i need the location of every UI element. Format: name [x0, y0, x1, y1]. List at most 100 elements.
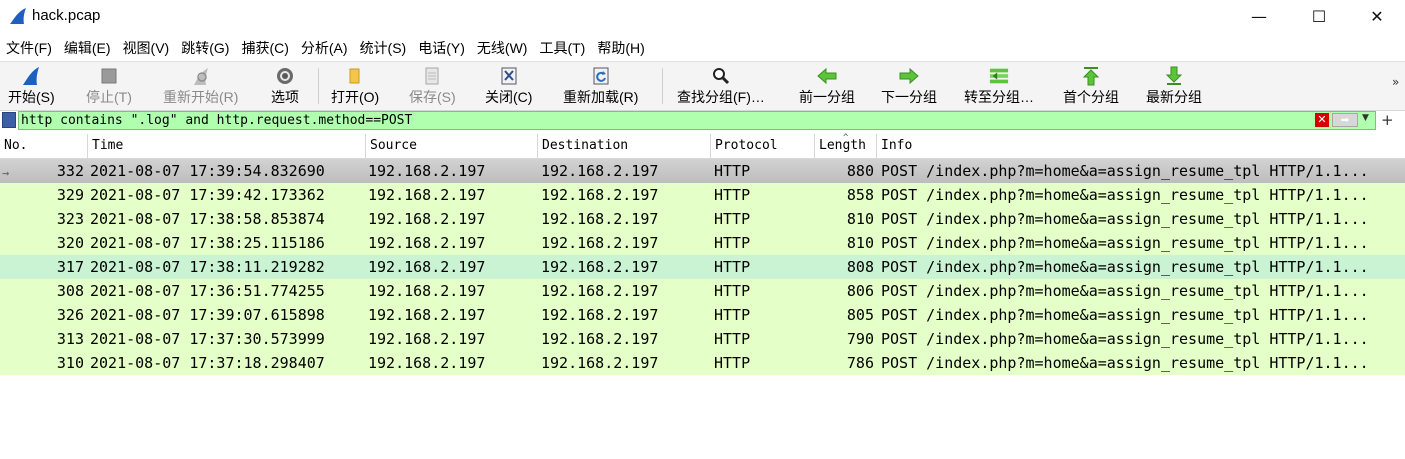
display-filter-input[interactable]: http contains ".log" and http.request.me…	[18, 111, 1376, 130]
menu-analyze[interactable]: 分析(A)	[295, 38, 354, 58]
restart-capture-label: 重新开始(R)	[163, 89, 239, 105]
packet-source: 192.168.2.197	[368, 306, 486, 324]
menu-tools[interactable]: 工具(T)	[533, 38, 591, 58]
column-destination[interactable]: Destination	[538, 134, 711, 158]
packet-list: No. Time Source Destination Protocol Len…	[0, 133, 1405, 459]
bookmark-icon[interactable]	[2, 112, 16, 128]
packet-row[interactable]: 308 2021-08-07 17:36:51.774255 192.168.2…	[0, 279, 1405, 303]
menu-statistics[interactable]: 统计(S)	[354, 38, 413, 58]
packet-protocol: HTTP	[714, 234, 751, 252]
apply-filter-button[interactable]: ➡	[1332, 113, 1358, 127]
next-packet-button[interactable]: 下一分组	[881, 62, 937, 110]
packet-no: 320	[56, 234, 84, 252]
arrow-down-icon	[1164, 66, 1184, 86]
packet-row[interactable]: 313 2021-08-07 17:37:30.573999 192.168.2…	[0, 327, 1405, 351]
shark-fin-icon	[21, 66, 41, 86]
arrow-left-icon	[817, 66, 837, 86]
packet-length: 786	[846, 354, 874, 372]
packet-source: 192.168.2.197	[368, 186, 486, 204]
menu-bar: 文件(F) 编辑(E) 视图(V) 跳转(G) 捕获(C) 分析(A) 统计(S…	[0, 36, 1405, 60]
packet-source: 192.168.2.197	[368, 330, 486, 348]
packet-source: 192.168.2.197	[368, 282, 486, 300]
toolbar-separator	[318, 68, 319, 104]
packet-destination: 192.168.2.197	[541, 186, 659, 204]
first-packet-button[interactable]: 首个分组	[1063, 62, 1119, 110]
packet-destination: 192.168.2.197	[541, 258, 659, 276]
packet-row[interactable]: 317 2021-08-07 17:38:11.219282 192.168.2…	[0, 255, 1405, 279]
last-packet-button[interactable]: 最新分组	[1146, 62, 1202, 110]
packet-info: POST /index.php?m=home&a=assign_resume_t…	[881, 330, 1369, 348]
packet-time: 2021-08-07 17:38:11.219282	[90, 258, 325, 276]
packet-protocol: HTTP	[714, 330, 751, 348]
packet-row[interactable]: 310 2021-08-07 17:37:18.298407 192.168.2…	[0, 351, 1405, 375]
column-time[interactable]: Time	[88, 134, 366, 158]
open-file-button[interactable]: 打开(O)	[331, 62, 379, 110]
minimize-button[interactable]: —	[1236, 0, 1282, 32]
reload-file-button[interactable]: 重新加载(R)	[563, 62, 638, 110]
packet-row[interactable]: 329 2021-08-07 17:39:42.173362 192.168.2…	[0, 183, 1405, 207]
clear-filter-button[interactable]: ✕	[1315, 113, 1329, 127]
packet-time: 2021-08-07 17:39:54.832690	[90, 162, 325, 180]
next-packet-label: 下一分组	[881, 89, 937, 105]
packet-no: 313	[56, 330, 84, 348]
close-file-button[interactable]: 关闭(C)	[485, 62, 532, 110]
menu-view[interactable]: 视图(V)	[117, 38, 176, 58]
menu-file[interactable]: 文件(F)	[0, 38, 58, 58]
menu-wireless[interactable]: 无线(W)	[471, 38, 534, 58]
restart-fin-icon	[191, 66, 211, 86]
packet-row[interactable]: → 332 2021-08-07 17:39:54.832690 192.168…	[0, 159, 1405, 183]
packet-length: 790	[846, 330, 874, 348]
close-file-label: 关闭(C)	[485, 89, 533, 105]
main-toolbar: 开始(S) 停止(T) 重新开始(R) 选项 打开(O) 保存(S) 关闭(C)…	[0, 61, 1405, 111]
close-window-button[interactable]: ✕	[1354, 0, 1400, 32]
packet-row[interactable]: 320 2021-08-07 17:38:25.115186 192.168.2…	[0, 231, 1405, 255]
start-capture-label: 开始(S)	[8, 89, 55, 105]
capture-options-label: 选项	[271, 89, 299, 105]
packet-time: 2021-08-07 17:36:51.774255	[90, 282, 325, 300]
prev-packet-button[interactable]: 前一分组	[799, 62, 855, 110]
column-info[interactable]: Info	[877, 134, 1405, 158]
start-capture-button[interactable]: 开始(S)	[8, 62, 55, 110]
packet-no: 317	[56, 258, 84, 276]
filter-history-dropdown[interactable]: ▼	[1362, 113, 1369, 123]
toolbar-separator	[662, 68, 663, 104]
menu-capture[interactable]: 捕获(C)	[235, 38, 294, 58]
close-file-icon	[499, 66, 519, 86]
packet-source: 192.168.2.197	[368, 354, 486, 372]
packet-row[interactable]: 326 2021-08-07 17:39:07.615898 192.168.2…	[0, 303, 1405, 327]
menu-telephony[interactable]: 电话(Y)	[412, 38, 471, 58]
find-packet-label: 查找分组(F)…	[677, 89, 765, 105]
menu-help[interactable]: 帮助(H)	[591, 38, 650, 58]
open-file-label: 打开(O)	[331, 89, 380, 105]
magnifier-icon	[711, 66, 731, 86]
packet-info: POST /index.php?m=home&a=assign_resume_t…	[881, 234, 1369, 252]
menu-edit[interactable]: 编辑(E)	[58, 38, 117, 58]
packet-destination: 192.168.2.197	[541, 210, 659, 228]
column-protocol[interactable]: Protocol	[711, 134, 815, 158]
restart-capture-button[interactable]: 重新开始(R)	[163, 62, 238, 110]
column-source[interactable]: Source	[366, 134, 538, 158]
folder-icon	[345, 66, 365, 86]
stop-capture-button[interactable]: 停止(T)	[86, 62, 132, 110]
find-packet-button[interactable]: 查找分组(F)…	[677, 62, 765, 110]
save-file-button[interactable]: 保存(S)	[409, 62, 456, 110]
packet-length: 808	[846, 258, 874, 276]
column-no[interactable]: No.	[0, 134, 88, 158]
packet-length: 805	[846, 306, 874, 324]
capture-options-button[interactable]: 选项	[271, 62, 299, 110]
packet-info: POST /index.php?m=home&a=assign_resume_t…	[881, 162, 1369, 180]
go-to-packet-button[interactable]: 转至分组…	[964, 62, 1034, 110]
packet-no: 332	[56, 162, 84, 180]
packet-protocol: HTTP	[714, 258, 751, 276]
maximize-button[interactable]: ☐	[1296, 0, 1342, 32]
last-packet-label: 最新分组	[1146, 89, 1202, 105]
packet-time: 2021-08-07 17:37:30.573999	[90, 330, 325, 348]
add-filter-button[interactable]: +	[1381, 111, 1394, 129]
packet-source: 192.168.2.197	[368, 258, 486, 276]
packet-protocol: HTTP	[714, 186, 751, 204]
packet-row[interactable]: 323 2021-08-07 17:38:58.853874 192.168.2…	[0, 207, 1405, 231]
packet-destination: 192.168.2.197	[541, 162, 659, 180]
menu-go[interactable]: 跳转(G)	[175, 38, 235, 58]
toolbar-overflow-button[interactable]: »	[1392, 75, 1399, 89]
packet-length: 858	[846, 186, 874, 204]
